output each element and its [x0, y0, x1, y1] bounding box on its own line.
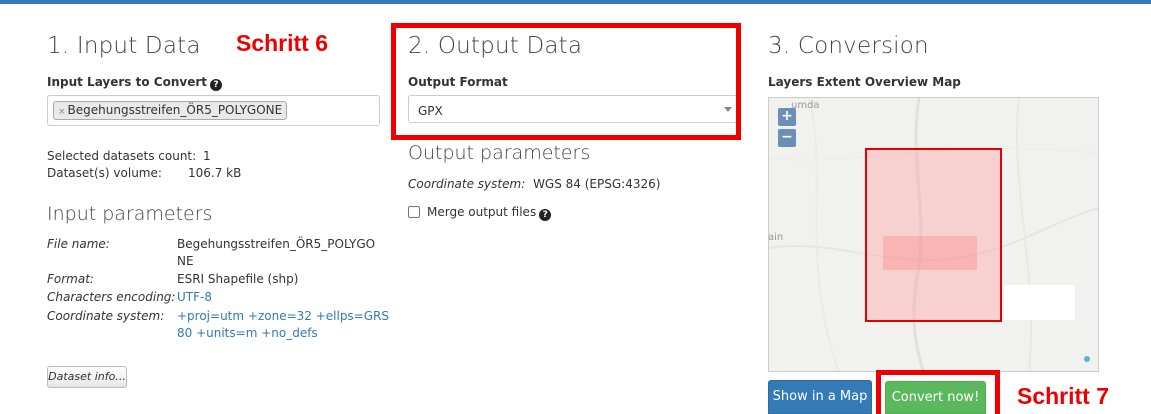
- layer-tag: × Begehungsstreifen_ÖR5_POLYGONE: [53, 101, 288, 120]
- step6-annotation: Schritt 6: [236, 30, 329, 56]
- step6-highlight-box: [391, 23, 741, 140]
- zoom-in-button[interactable]: +: [778, 108, 796, 126]
- map-blank-tile: [1004, 285, 1075, 320]
- encoding-value: UTF-8: [177, 290, 212, 304]
- file-name-value-1: Begehungsstreifen_ÖR5_POLYGO: [177, 237, 376, 251]
- input-coord-value-1: +proj=utm +zone=32 +ellps=GRS: [177, 309, 389, 323]
- datasets-volume-value: 106.7 kB: [188, 166, 242, 180]
- input-layers-select[interactable]: × Begehungsstreifen_ÖR5_POLYGONE: [47, 95, 380, 126]
- help-icon[interactable]: ?: [210, 79, 222, 91]
- merge-output-checkbox[interactable]: [408, 206, 420, 218]
- datasets-volume-label: Dataset(s) volume:: [47, 166, 162, 180]
- dataset-info-button[interactable]: Dataset info...: [47, 366, 127, 388]
- step7-highlight-box: [876, 370, 1000, 414]
- merge-output-label: Merge output files?: [427, 205, 552, 221]
- output-coord-row: Coordinate system: WGS 84 (EPSG:4326): [408, 177, 660, 191]
- output-coord-value: WGS 84 (EPSG:4326): [533, 177, 661, 191]
- conversion-heading: 3. Conversion: [768, 33, 929, 59]
- input-data-heading: 1. Input Data: [47, 33, 201, 59]
- step7-annotation: Schritt 7: [1017, 383, 1110, 409]
- remove-tag-icon[interactable]: ×: [58, 107, 66, 117]
- output-parameters-heading: Output parameters: [408, 142, 591, 164]
- input-coord-value-2: 80 +units=m +no_defs: [177, 326, 318, 340]
- file-name-label: File name:: [47, 237, 110, 251]
- map-place-label-left: ain: [768, 232, 784, 243]
- datasets-count-value: 1: [203, 149, 211, 163]
- help-icon[interactable]: ?: [539, 209, 552, 221]
- zoom-out-button[interactable]: −: [778, 129, 796, 147]
- extent-overview-map[interactable]: umda ain + −: [768, 97, 1099, 372]
- file-name-value-2: NE: [177, 254, 194, 268]
- datasets-count-label: Selected datasets count:: [47, 149, 197, 163]
- layer-tag-label: Begehungsstreifen_ÖR5_POLYGONE: [67, 103, 283, 117]
- merge-output-label-text: Merge output files: [427, 205, 537, 219]
- format-label: Format:: [47, 272, 94, 286]
- input-layers-label-text: Input Layers to Convert: [47, 75, 207, 89]
- output-coord-label: Coordinate system:: [408, 177, 526, 191]
- encoding-label: Characters encoding:: [47, 290, 176, 304]
- top-accent-bar: [0, 0, 1151, 4]
- show-in-map-button[interactable]: Show in a Map: [768, 380, 872, 414]
- layer-extent-inner-area: [883, 236, 977, 270]
- input-layers-label: Input Layers to Convert?: [47, 75, 222, 91]
- input-coord-label: Coordinate system:: [47, 309, 165, 323]
- layer-extent-rectangle: [865, 148, 1002, 322]
- extent-map-label: Layers Extent Overview Map: [768, 75, 961, 89]
- input-parameters-heading: Input parameters: [47, 203, 213, 225]
- format-value: ESRI Shapefile (shp): [177, 272, 299, 286]
- map-marker-icon: [1084, 356, 1090, 362]
